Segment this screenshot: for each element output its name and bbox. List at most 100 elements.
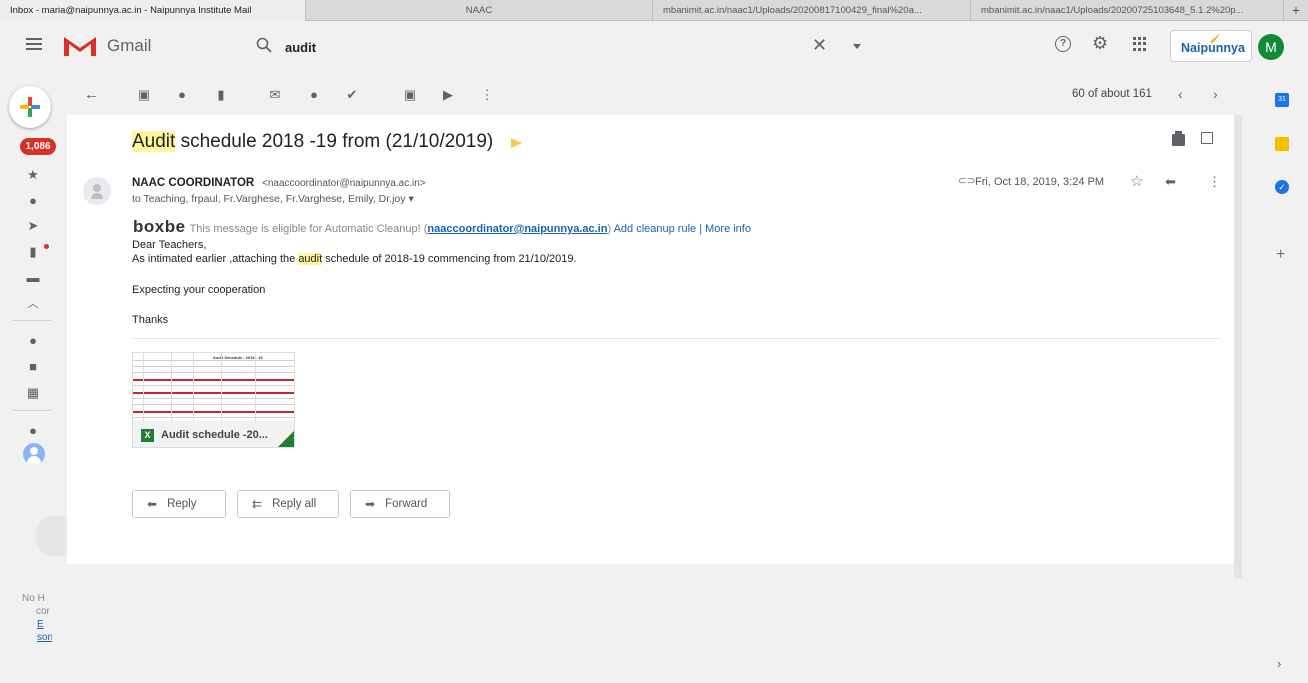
reply-all-arrow-icon: ⇇	[252, 497, 263, 511]
org-logo-text: Naipunnya	[1181, 41, 1245, 55]
scrollbar-track[interactable]	[1234, 115, 1242, 578]
subject-text: schedule 2018 -19 from (21/10/2019)	[175, 131, 494, 152]
search-options-icon[interactable]	[853, 44, 861, 49]
video-icon[interactable]: ■	[26, 360, 40, 374]
main-menu-icon[interactable]	[26, 38, 42, 50]
gmail-header: Gmail audit ✕ ? ⚙ Naipunnya M	[0, 21, 1308, 73]
send-icon[interactable]: ➤	[26, 219, 40, 233]
browser-tab-naac[interactable]: NAAC	[306, 0, 653, 21]
recipients-line[interactable]: to Teaching, frpaul, Fr.Varghese, Fr.Var…	[132, 193, 414, 205]
help-icon[interactable]: ?	[1055, 36, 1071, 52]
subject-highlight: Audit	[132, 131, 176, 152]
account-avatar[interactable]: M	[1258, 34, 1284, 60]
hangouts-user-avatar[interactable]	[23, 443, 45, 465]
calendar-icon[interactable]: 31	[1275, 93, 1289, 107]
body-line-2: Expecting your cooperation	[132, 284, 266, 296]
unread-count-badge: 1,086	[20, 138, 56, 155]
message-more-icon[interactable]: ⋮	[1208, 174, 1221, 190]
rail-divider	[12, 320, 52, 321]
rail-divider	[12, 410, 52, 411]
tasks-icon[interactable]: ✓	[1275, 180, 1289, 194]
reply-button[interactable]: ⬅ Reply	[132, 490, 226, 518]
body-highlight: audit	[298, 253, 323, 265]
forward-label: Forward	[385, 498, 428, 510]
star-icon[interactable]: ★	[26, 168, 40, 182]
report-spam-icon[interactable]: ●	[175, 88, 189, 102]
body-greeting: Dear Teachers,	[132, 239, 207, 251]
gmail-logo	[64, 37, 96, 56]
keyboard-icon[interactable]: ▦	[26, 386, 40, 400]
hangouts-icon[interactable]: ●	[26, 424, 40, 438]
search-icon[interactable]	[256, 37, 272, 53]
more-actions-icon[interactable]: ⋮	[480, 88, 494, 102]
boxbe-logo: boxbe	[133, 217, 186, 236]
archive-icon[interactable]: ▣	[137, 88, 151, 102]
browser-tab-upload-2[interactable]: mbanimit.ac.in/naac1/Uploads/20200725103…	[971, 0, 1284, 21]
reply-icon[interactable]: ⬅	[1165, 174, 1176, 190]
star-message-icon[interactable]: ☆	[1130, 172, 1143, 190]
browser-tab-strip: Inbox - maria@naipunnya.ac.in - Naipunny…	[0, 0, 1308, 21]
compose-plus-icon	[20, 97, 40, 117]
forward-arrow-icon: ➡	[365, 497, 376, 511]
boxbe-paren: )	[607, 223, 612, 235]
newer-chevron-icon[interactable]: ‹	[1178, 86, 1183, 102]
add-task-icon[interactable]: ✔	[345, 88, 359, 102]
body-line-1: As intimated earlier ,attaching the audi…	[132, 253, 577, 265]
browser-tab-upload-1[interactable]: mbanimit.ac.in/naac1/Uploads/20200817100…	[653, 0, 971, 21]
boxbe-email-link[interactable]: naaccoordinator@naipunnya.ac.in	[427, 223, 607, 235]
recipients-dropdown-icon[interactable]: ▾	[408, 193, 413, 205]
attachment-fold-corner	[276, 429, 294, 447]
important-marker-icon[interactable]	[511, 138, 522, 148]
mark-unread-icon[interactable]: ✉	[268, 88, 282, 102]
label-icon[interactable]: ▬	[26, 271, 40, 285]
forward-button[interactable]: ➡ Forward	[350, 490, 450, 518]
draft-indicator-dot	[44, 244, 49, 249]
back-arrow-icon[interactable]: ←	[84, 87, 99, 102]
move-to-icon[interactable]: ▣	[403, 88, 417, 102]
chevron-up-icon[interactable]: ︿	[26, 297, 40, 311]
snooze-icon[interactable]: ●	[307, 88, 321, 102]
search-input[interactable]: audit	[285, 40, 316, 55]
message-date: Fri, Oct 18, 2019, 3:24 PM	[975, 176, 1105, 188]
attachment-clip-icon: ⊂⊃	[958, 175, 976, 187]
hangouts-link[interactable]: E	[22, 618, 52, 631]
attachments-divider	[132, 338, 1222, 339]
new-tab-button[interactable]: +	[1284, 0, 1308, 20]
labels-icon[interactable]: ▶	[441, 88, 455, 102]
delete-icon[interactable]: ▮	[214, 88, 228, 102]
add-cleanup-rule-link[interactable]: Add cleanup rule	[614, 223, 697, 235]
clock-icon[interactable]: ●	[26, 194, 40, 208]
gmail-wordmark: Gmail	[107, 36, 152, 55]
browser-tab-inbox[interactable]: Inbox - maria@naipunnya.ac.in - Naipunny…	[0, 0, 306, 21]
message-subject: Audit schedule 2018 -19 from (21/10/2019…	[132, 131, 493, 153]
spreadsheet-thumbnail: Audit Schedule - 2018 - 19	[133, 353, 294, 421]
reply-all-button[interactable]: ⇇ Reply all	[237, 490, 339, 518]
reply-label: Reply	[167, 498, 197, 510]
sender-email: <naaccoordinator@naipunnya.ac.in>	[262, 178, 426, 189]
compose-button[interactable]	[9, 86, 51, 128]
boxbe-notice: boxbe This message is eligible for Automa…	[133, 217, 751, 237]
sender-avatar	[83, 177, 111, 205]
add-addon-icon[interactable]: +	[1276, 246, 1285, 264]
draft-icon[interactable]: ▮	[26, 245, 40, 259]
sender-name: NAAC COORDINATOR	[132, 177, 255, 189]
boxbe-notice-text: This message is eligible for Automatic C…	[189, 223, 428, 235]
reply-arrow-icon: ⬅	[147, 497, 158, 511]
open-new-window-icon[interactable]	[1201, 132, 1213, 144]
clear-search-icon[interactable]: ✕	[812, 35, 827, 56]
attachment-card[interactable]: Audit Schedule - 2018 - 19 X Audit sched…	[132, 352, 295, 448]
keep-icon[interactable]	[1275, 137, 1289, 151]
more-info-link[interactable]: More info	[705, 223, 751, 235]
older-chevron-icon[interactable]: ›	[1213, 86, 1218, 102]
attachment-name[interactable]: Audit schedule -20...	[161, 429, 268, 441]
attachment-footer: X Audit schedule -20...	[133, 421, 294, 447]
chat-icon[interactable]: ●	[26, 334, 40, 348]
hangouts-link[interactable]: son	[22, 631, 52, 644]
org-logo[interactable]: Naipunnya	[1170, 30, 1252, 62]
boxbe-separator: |	[696, 223, 706, 235]
print-icon[interactable]	[1172, 131, 1185, 146]
apps-grid-icon[interactable]	[1133, 37, 1147, 51]
side-panel-expand-icon[interactable]: ›	[1277, 656, 1281, 671]
recipients-text: to Teaching, frpaul, Fr.Varghese, Fr.Var…	[132, 193, 406, 205]
settings-gear-icon[interactable]: ⚙	[1092, 33, 1108, 54]
